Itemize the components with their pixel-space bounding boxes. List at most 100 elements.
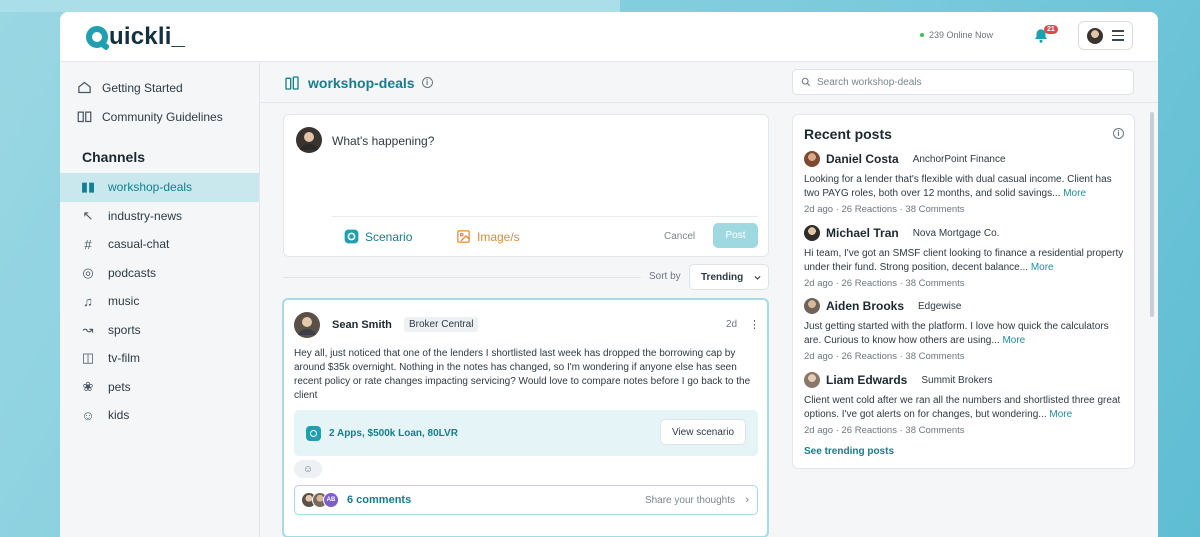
sidebar-link-label: Getting Started [102, 80, 183, 95]
sort-select[interactable]: Trending [689, 264, 769, 290]
image-button[interactable]: Image/s [456, 229, 520, 244]
paw-icon: ❀ [82, 378, 94, 394]
notification-badge: 21 [1044, 25, 1058, 34]
channel-label: workshop-deals [108, 180, 193, 195]
cancel-button[interactable]: Cancel [664, 231, 695, 242]
avatar [1087, 27, 1103, 44]
channel-workshop-deals[interactable]: ▮▮ workshop-deals [60, 173, 259, 202]
avatar [804, 151, 820, 167]
more-link[interactable]: More [1002, 335, 1025, 346]
recent-post-author: Daniel Costa [826, 152, 899, 166]
recent-post-meta: 2d ago · 26 Reactions · 38 Comments [804, 425, 965, 436]
podcast-icon: ◎ [82, 264, 94, 280]
chevron-down-icon [754, 275, 761, 280]
recent-posts-panel: Recent posts i Daniel Costa AnchorPoint … [792, 114, 1135, 469]
recent-post[interactable]: Daniel Costa AnchorPoint Finance Looking… [804, 151, 1126, 215]
recent-post-company: Edgewise [918, 300, 962, 312]
recent-post[interactable]: Aiden Brooks Edgewise Just getting start… [804, 298, 1126, 362]
more-link[interactable]: More [1049, 409, 1072, 420]
channel-label: kids [108, 408, 130, 423]
recent-post-company: AnchorPoint Finance [912, 153, 1006, 165]
recent-post-company: Summit Brokers [921, 374, 993, 386]
recent-post-meta: 2d ago · 26 Reactions · 38 Comments [804, 204, 965, 215]
sidebar-link-getting-started[interactable]: Getting Started [60, 73, 259, 102]
recent-post[interactable]: Michael Tran Nova Mortgage Co. Hi team, … [804, 225, 1126, 289]
channel-label: music [108, 294, 140, 309]
scenario-card: 2 Apps, $500k Loan, 80LVR View scenario [294, 410, 758, 456]
avatar: AB [323, 492, 339, 508]
home-icon [77, 80, 92, 95]
scenario-button[interactable]: Scenario [344, 229, 412, 244]
post-author[interactable]: Sean Smith [332, 319, 392, 331]
sort-label: Sort by [649, 271, 681, 282]
channel-music[interactable]: ♫ music [60, 287, 259, 316]
user-menu-button[interactable] [1078, 21, 1133, 50]
share-thoughts-input[interactable]: Share your thoughts [645, 495, 735, 506]
channel-pets[interactable]: ❀ pets [60, 373, 259, 402]
sports-icon: ↝ [82, 321, 94, 337]
avatar [804, 225, 820, 241]
chevron-right-icon: › [745, 494, 749, 506]
channel-industry-news[interactable]: ↖ industry-news [60, 202, 259, 231]
view-scenario-button[interactable]: View scenario [660, 419, 746, 445]
book-icon [77, 109, 92, 124]
divider [332, 216, 758, 217]
logo[interactable]: uickli_ [86, 23, 185, 51]
comments-count[interactable]: 6 comments [347, 494, 411, 506]
sidebar-link-label: Community Guidelines [102, 109, 223, 124]
smiley-icon: ☺ [81, 407, 95, 423]
channel-label: tv-film [108, 351, 140, 366]
avatar [294, 312, 320, 338]
more-link[interactable]: More [1063, 188, 1086, 199]
channel-tv-film[interactable]: ◫ tv-film [60, 344, 259, 373]
recent-post[interactable]: Liam Edwards Summit Brokers Client went … [804, 372, 1126, 436]
post-button[interactable]: Post [713, 223, 758, 248]
channel-podcasts[interactable]: ◎ podcasts [60, 259, 259, 288]
post-org-badge: Broker Central [404, 317, 479, 332]
commenter-avatars: AB [301, 492, 339, 508]
channel-sports[interactable]: ↝ sports [60, 316, 259, 345]
channel-title: workshop-deals [308, 74, 415, 91]
sort-value: Trending [701, 271, 744, 283]
recent-post-company: Nova Mortgage Co. [912, 227, 1000, 239]
sidebar-link-community-guidelines[interactable]: Community Guidelines [60, 102, 259, 131]
recent-post-author: Aiden Brooks [826, 299, 905, 313]
channels-heading: Channels [82, 149, 146, 165]
post-card[interactable]: Sean Smith Broker Central 2d ⋮ Hey all, … [282, 298, 769, 537]
comments-bar[interactable]: AB 6 comments Share your thoughts › [294, 485, 758, 515]
scenario-icon [306, 425, 321, 441]
divider [283, 277, 641, 278]
image-icon [457, 230, 470, 243]
top-bar: uickli_ 239 Online Now 21 [60, 12, 1158, 62]
channel-label: industry-news [108, 208, 183, 223]
see-trending-link[interactable]: See trending posts [804, 446, 894, 457]
channel-label: pets [108, 379, 131, 394]
recent-post-meta: 2d ago · 26 Reactions · 38 Comments [804, 351, 965, 362]
music-note-icon: ♫ [83, 293, 93, 309]
sort-row: Sort by Trending [283, 264, 769, 290]
add-reaction-button[interactable]: ☺ [294, 460, 322, 478]
recent-post-author: Liam Edwards [826, 373, 908, 387]
info-icon[interactable]: i [1113, 128, 1124, 139]
clapperboard-icon: ◫ [81, 350, 95, 366]
search-input[interactable]: Search workshop-deals [792, 69, 1134, 95]
composer-input[interactable]: What's happening? [332, 134, 434, 148]
scenario-label: Scenario [365, 229, 413, 244]
more-link[interactable]: More [1031, 262, 1054, 273]
channel-kids[interactable]: ☺ kids [60, 401, 259, 430]
search-icon [801, 77, 811, 87]
recent-post-text: Just getting started with the platform. … [804, 321, 1109, 346]
avatar [804, 372, 820, 388]
recent-post-text: Looking for a lender that's flexible wit… [804, 174, 1112, 199]
app-window: uickli_ 239 Online Now 21 Getting Starte… [60, 12, 1158, 537]
scenario-icon [344, 229, 359, 244]
avatar [804, 298, 820, 314]
channel-casual-chat[interactable]: # casual-chat [60, 230, 259, 259]
recent-post-meta: 2d ago · 26 Reactions · 38 Comments [804, 278, 965, 289]
post-body: Hey all, just noticed that one of the le… [294, 348, 751, 401]
scrollbar[interactable] [1150, 112, 1154, 317]
more-vertical-icon[interactable]: ⋮ [749, 318, 760, 331]
info-icon[interactable]: i [421, 77, 433, 88]
online-status: 239 Online Now [920, 30, 993, 40]
workshop-icon [285, 75, 299, 90]
